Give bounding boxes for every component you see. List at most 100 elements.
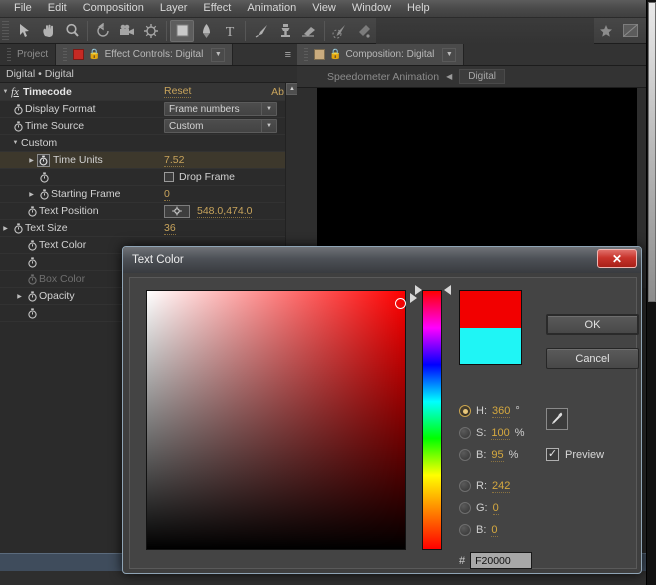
page-scrollbar-thumb[interactable] <box>648 2 656 302</box>
starting-frame-value[interactable]: 0 <box>164 188 170 201</box>
text-position-value[interactable]: 548.0,474.0 <box>197 205 253 218</box>
color-marker-icon[interactable] <box>395 298 406 309</box>
stopwatch-icon-starting-frame[interactable] <box>37 188 51 200</box>
twirl-right-icon-text-size[interactable]: ▶ <box>0 225 11 232</box>
property-row-time-units[interactable]: ▶ Time Units 7.52 <box>0 152 297 169</box>
menu-item-edit[interactable]: Edit <box>40 1 75 16</box>
radio-red[interactable] <box>459 480 471 492</box>
time-units-value[interactable]: 7.52 <box>164 154 185 167</box>
property-row-text-position[interactable]: ▶ Text Position 548.0,474.0 <box>0 203 297 220</box>
stopwatch-icon-keyframe-1[interactable] <box>25 256 39 268</box>
effect-header-row[interactable]: ▼ fx Timecode Reset Ab <box>0 83 297 101</box>
menu-item-composition[interactable]: Composition <box>75 1 152 16</box>
clone-stamp-tool-icon[interactable] <box>273 20 297 42</box>
breadcrumb-comp-name[interactable]: Digital <box>459 69 506 84</box>
property-row-display-format[interactable]: ▶ Display Format Frame numbers ▼ <box>0 101 297 118</box>
menu-item-effect[interactable]: Effect <box>195 1 239 16</box>
chevron-down-icon[interactable]: ▼ <box>211 47 226 62</box>
page-scrollbar[interactable] <box>646 0 656 585</box>
twirl-right-icon-opacity[interactable]: ▶ <box>14 293 25 300</box>
twirl-right-icon-time-units[interactable]: ▶ <box>26 157 37 164</box>
menu-item-animation[interactable]: Animation <box>239 1 304 16</box>
lock-icon-2[interactable]: 🔒 <box>329 49 341 60</box>
new-color-swatch[interactable] <box>460 291 521 328</box>
radio-hue[interactable] <box>459 405 471 417</box>
time-source-combo[interactable]: Custom ▼ <box>164 119 277 133</box>
twirl-down-icon[interactable]: ▼ <box>0 89 11 95</box>
tab-effect-controls[interactable]: 🔒 Effect Controls: Digital ▼ <box>56 44 234 65</box>
hand-tool-icon[interactable] <box>36 20 60 42</box>
stopwatch-icon-opacity[interactable] <box>25 290 39 302</box>
property-row-time-source[interactable]: ▶ Time Source Custom ▼ <box>0 118 297 135</box>
property-row-text-size[interactable]: ▶ Text Size 36 <box>0 220 297 237</box>
hex-input[interactable]: F20000 <box>470 552 533 569</box>
saturation-value-field[interactable] <box>146 290 406 550</box>
drop-frame-control[interactable]: Drop Frame <box>164 171 235 183</box>
stopwatch-icon-time-units[interactable] <box>37 153 50 167</box>
pan-behind-tool-icon[interactable] <box>139 20 163 42</box>
channel-row-green[interactable]: G: 0 <box>459 497 559 519</box>
channel-value-blue[interactable]: 0 <box>491 524 498 537</box>
stopwatch-icon-drop-frame[interactable] <box>37 171 51 183</box>
radio-green[interactable] <box>459 502 471 514</box>
menu-item-layer[interactable]: Layer <box>152 1 196 16</box>
property-row-custom-group[interactable]: ▼ Custom <box>0 135 297 152</box>
dialog-title-bar[interactable]: Text Color ✕ <box>123 247 641 273</box>
toolbar-grip[interactable] <box>2 20 9 41</box>
position-picker-icon[interactable] <box>164 204 190 218</box>
menu-item-view[interactable]: View <box>304 1 344 16</box>
twirl-right-icon-starting-frame[interactable]: ▶ <box>26 191 37 198</box>
channel-row-hue[interactable]: H: 360 ° <box>459 400 559 422</box>
workspace-icon[interactable] <box>618 20 642 42</box>
puppet-pin-tool-icon[interactable] <box>352 20 376 42</box>
reset-link[interactable]: Reset <box>164 85 192 98</box>
rotation-tool-icon[interactable] <box>91 20 115 42</box>
color-preview-swatch[interactable] <box>459 290 522 365</box>
twirl-down-icon-custom[interactable]: ▼ <box>10 140 21 146</box>
drop-frame-checkbox[interactable] <box>164 172 174 182</box>
panel-menu-icon[interactable]: ≡ <box>279 44 297 65</box>
selection-tool-icon[interactable] <box>12 20 36 42</box>
stopwatch-icon-text-color[interactable] <box>25 239 39 251</box>
channel-value-brightness[interactable]: 95 <box>491 449 504 462</box>
display-format-combo[interactable]: Frame numbers ▼ <box>164 102 277 116</box>
radio-blue[interactable] <box>459 524 471 536</box>
favorites-star-icon[interactable] <box>594 20 618 42</box>
menu-item-window[interactable]: Window <box>344 1 399 16</box>
stopwatch-icon-2[interactable] <box>11 120 25 132</box>
preview-checkbox[interactable]: ✓ <box>546 448 559 461</box>
brush-tool-icon[interactable] <box>249 20 273 42</box>
preview-row[interactable]: ✓ Preview <box>546 448 604 461</box>
shape-tool-icon[interactable] <box>170 19 194 42</box>
eraser-tool-icon[interactable] <box>297 20 321 42</box>
text-position-control[interactable]: 548.0,474.0 <box>164 204 253 218</box>
chevron-down-icon-time-source[interactable]: ▼ <box>261 120 276 132</box>
chevron-down-icon-display-format[interactable]: ▼ <box>261 103 276 115</box>
channel-value-hue[interactable]: 360 <box>492 405 511 418</box>
channel-value-red[interactable]: 242 <box>492 480 511 493</box>
camera-tool-icon[interactable] <box>115 20 139 42</box>
roto-brush-tool-icon[interactable] <box>328 20 352 42</box>
stopwatch-icon-box-color[interactable] <box>25 273 39 285</box>
channel-row-brightness[interactable]: B: 95 % <box>459 444 559 466</box>
channel-value-saturation[interactable]: 100 <box>491 427 510 440</box>
stopwatch-icon-text-size[interactable] <box>11 222 25 234</box>
cancel-button[interactable]: Cancel <box>546 348 639 369</box>
close-icon[interactable]: ✕ <box>597 249 637 268</box>
radio-saturation[interactable] <box>459 427 471 439</box>
property-row-starting-frame[interactable]: ▶ Starting Frame 0 <box>0 186 297 203</box>
stopwatch-icon-text-position[interactable] <box>25 205 39 217</box>
old-color-swatch[interactable] <box>460 327 521 364</box>
channel-row-blue[interactable]: B: 0 <box>459 519 559 541</box>
chevron-down-icon-comp[interactable]: ▼ <box>442 47 457 62</box>
text-size-value[interactable]: 36 <box>164 222 176 235</box>
type-tool-icon[interactable]: T <box>218 20 242 42</box>
ok-button[interactable]: OK <box>546 314 639 335</box>
channel-row-saturation[interactable]: S: 100 % <box>459 422 559 444</box>
radio-brightness[interactable] <box>459 449 471 461</box>
hue-slider[interactable] <box>422 290 442 550</box>
lock-icon[interactable]: 🔒 <box>88 49 100 60</box>
stopwatch-icon[interactable] <box>11 103 25 115</box>
breadcrumb-project-name[interactable]: Speedometer Animation <box>327 71 439 83</box>
about-link[interactable]: Ab <box>271 86 284 98</box>
